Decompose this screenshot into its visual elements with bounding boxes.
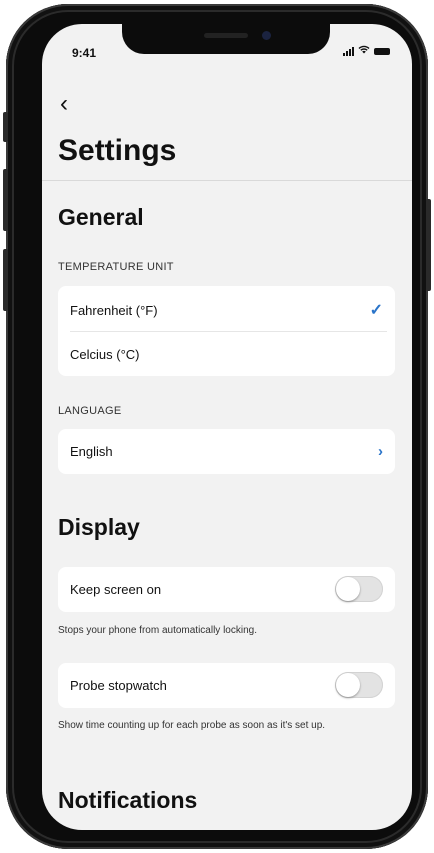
- toggle-knob: [336, 577, 360, 601]
- section-heading-general: General: [58, 204, 144, 230]
- section-heading-notifications: Notifications: [58, 787, 198, 813]
- language-value: English: [70, 443, 113, 459]
- probe-stopwatch-description: Show time counting up for each probe as …: [58, 720, 326, 731]
- battery-icon: [374, 48, 390, 55]
- back-button[interactable]: ‹: [60, 90, 68, 118]
- chevron-right-icon: ›: [378, 442, 383, 460]
- keep-screen-on-description: Stops your phone from automatically lock…: [58, 625, 257, 636]
- notch: [122, 24, 330, 54]
- option-label: Fahrenheit (°F): [70, 302, 158, 318]
- chevron-left-icon: ‹: [60, 90, 68, 117]
- language-row: English ›: [70, 429, 383, 473]
- temperature-option-fahrenheit[interactable]: Fahrenheit (°F) ✓: [70, 288, 383, 332]
- page-title: Settings: [58, 134, 177, 167]
- volume-down-button: [3, 249, 8, 311]
- header-divider: [42, 180, 412, 181]
- language-selector[interactable]: English ›: [58, 429, 395, 474]
- section-heading-display: Display: [58, 514, 140, 540]
- option-label: Celcius (°C): [70, 346, 140, 362]
- app-screen: 9:41 ‹ Settings General TEMPERATURE UNIT…: [42, 24, 412, 830]
- keep-screen-on-row: Keep screen on: [70, 567, 383, 611]
- phone-frame: 9:41 ‹ Settings General TEMPERATURE UNIT…: [3, 4, 431, 849]
- temperature-option-celsius[interactable]: Celcius (°C): [70, 332, 383, 376]
- probe-stopwatch-label: Probe stopwatch: [70, 677, 167, 693]
- mute-switch: [3, 112, 8, 142]
- toggle-knob: [336, 673, 360, 697]
- power-button: [426, 199, 431, 291]
- speaker: [204, 33, 248, 38]
- temperature-unit-card: Fahrenheit (°F) ✓ Celcius (°C): [58, 286, 395, 376]
- probe-stopwatch-card: Probe stopwatch: [58, 663, 395, 708]
- volume-up-button: [3, 169, 8, 231]
- probe-stopwatch-row: Probe stopwatch: [70, 663, 383, 707]
- camera: [262, 31, 271, 40]
- checkmark-icon: ✓: [369, 302, 383, 319]
- signal-icon: [343, 47, 354, 56]
- keep-screen-on-label: Keep screen on: [70, 581, 162, 597]
- status-time: 9:41: [72, 46, 97, 60]
- status-icons: [343, 45, 390, 56]
- keep-screen-on-toggle[interactable]: [335, 576, 383, 602]
- probe-stopwatch-toggle[interactable]: [335, 672, 383, 698]
- temperature-unit-label: TEMPERATURE UNIT: [58, 261, 174, 273]
- keep-screen-on-card: Keep screen on: [58, 567, 395, 612]
- language-label: LANGUAGE: [58, 405, 122, 417]
- wifi-icon: [358, 45, 370, 56]
